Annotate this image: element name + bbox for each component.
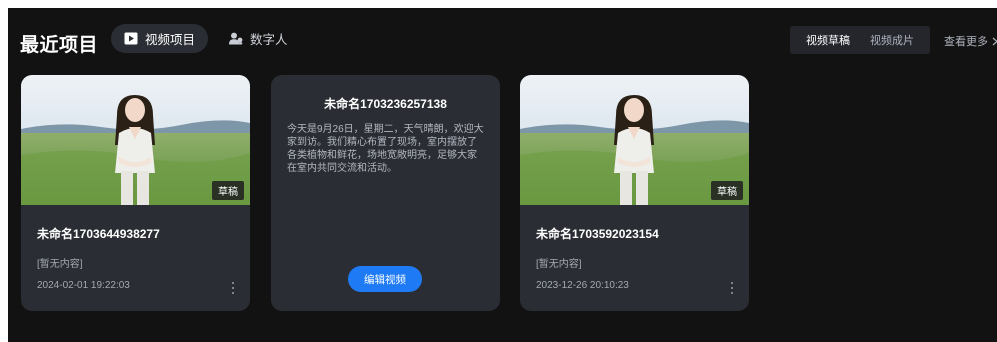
edit-video-button[interactable]: 编辑视频: [348, 266, 422, 292]
chevron-right-icon: [992, 37, 997, 46]
project-thumbnail: 草稿: [520, 75, 749, 205]
digital-human-icon: [229, 32, 243, 45]
tab-video-projects[interactable]: 视频项目: [111, 24, 209, 53]
card-content: [暂无内容]: [37, 259, 83, 270]
tab-video-projects-label: 视频项目: [145, 33, 196, 47]
draft-badge: 草稿: [212, 181, 244, 200]
recent-projects-panel: 最近项目 视频项目 数字人 视频草稿 视频成片 查看更多 草稿 未命名17036…: [8, 8, 997, 342]
tab-video-drafts[interactable]: 视频草稿: [806, 32, 850, 48]
project-card-script[interactable]: 未命名1703236257138 今天是9月26日，星期二，天气晴朗，欢迎大家到…: [271, 75, 500, 311]
tab-finished-videos[interactable]: 视频成片: [870, 32, 914, 48]
view-more-label: 查看更多: [944, 36, 988, 48]
card-date: 2024-02-01 19:22:03: [37, 280, 130, 291]
tab-digital-human[interactable]: 数字人: [216, 24, 301, 53]
draft-badge: 草稿: [711, 181, 743, 200]
card-date: 2023-12-26 20:10:23: [536, 280, 629, 291]
tab-digital-human-label: 数字人: [250, 33, 288, 47]
more-options-icon[interactable]: [729, 282, 735, 294]
card-title: 未命名1703592023154: [536, 227, 659, 241]
project-card[interactable]: 草稿 未命名1703592023154 [暂无内容] 2023-12-26 20…: [520, 75, 749, 311]
video-play-icon: [124, 32, 138, 45]
project-thumbnail: 草稿: [21, 75, 250, 205]
view-more-link[interactable]: 查看更多: [944, 33, 997, 49]
page-title: 最近项目: [20, 35, 99, 56]
draft-filter-tabs: 视频草稿 视频成片: [790, 26, 930, 54]
card-script-text: 今天是9月26日，星期二，天气晴朗，欢迎大家到访。我们精心布置了现场，室内摆放了…: [287, 124, 484, 174]
project-card[interactable]: 草稿 未命名1703644938277 [暂无内容] 2024-02-01 19…: [21, 75, 250, 311]
card-content: [暂无内容]: [536, 259, 582, 270]
card-title: 未命名1703236257138: [324, 97, 447, 111]
more-options-icon[interactable]: [230, 282, 236, 294]
card-title: 未命名1703644938277: [37, 227, 160, 241]
header: 最近项目 视频项目 数字人 视频草稿 视频成片 查看更多: [8, 8, 997, 68]
